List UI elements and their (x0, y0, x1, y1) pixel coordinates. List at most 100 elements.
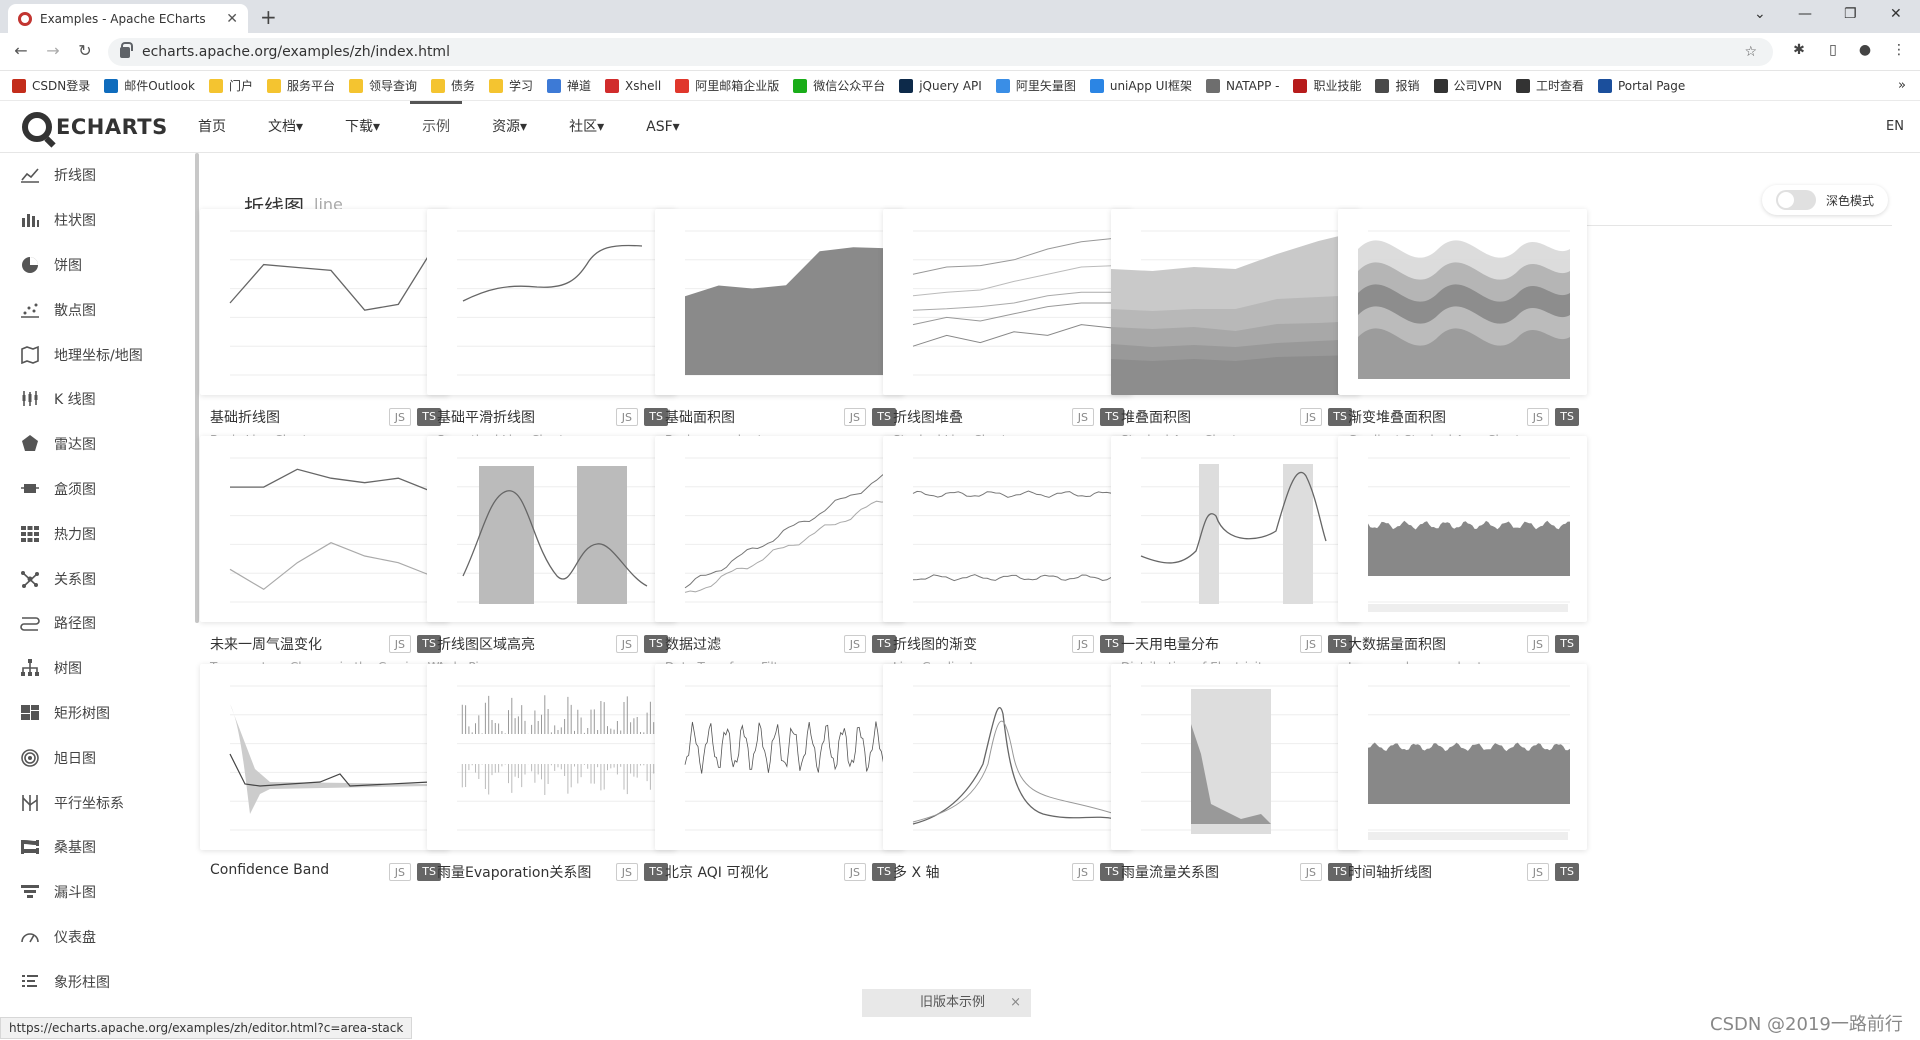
old-version-banner[interactable]: 旧版本示例 × (862, 989, 1032, 1017)
sidebar-item[interactable]: 盒须图 (0, 467, 198, 512)
sidebar-item[interactable]: 象形柱图 (0, 959, 198, 1004)
bookmark-item[interactable]: Xshell (605, 78, 661, 93)
js-badge[interactable]: JS (1299, 408, 1322, 426)
bookmark-item[interactable]: 微信公众平台 (793, 77, 885, 94)
example-card[interactable]: 折线图区域高亮Area PiecesJSTS (427, 436, 676, 674)
bookmark-item[interactable]: 领导查询 (348, 77, 417, 94)
example-thumbnail[interactable] (1338, 209, 1587, 395)
example-thumbnail[interactable] (427, 436, 676, 622)
bookmarks-more-icon[interactable]: » (1898, 78, 1906, 93)
sidebar-item[interactable]: 漏斗图 (0, 870, 198, 915)
new-tab-icon[interactable]: + (260, 5, 277, 29)
bookmark-item[interactable]: 学习 (489, 77, 533, 94)
bookmark-item[interactable]: 阿里矢量图 (995, 77, 1076, 94)
sidebar-item[interactable]: 平行坐标系 (0, 780, 198, 825)
sidepanel-icon[interactable]: ▯ (1824, 42, 1842, 60)
example-thumbnail[interactable] (655, 209, 904, 395)
example-card[interactable]: 数据过滤Data Transform FilterJSTS (655, 436, 904, 674)
js-badge[interactable]: JS (1299, 863, 1322, 881)
example-card[interactable]: 大数据量面积图Large scale area chartJSTS (1338, 436, 1587, 674)
example-card[interactable]: 北京 AQI 可视化 JS TS (655, 664, 904, 881)
bookmark-item[interactable]: 工时查看 (1515, 77, 1584, 94)
nav-item-2[interactable]: 下载▾ (345, 101, 380, 153)
sidebar-item[interactable]: 饼图 (0, 243, 198, 288)
sidebar-scrollbar[interactable] (195, 153, 199, 623)
dark-mode-toggle[interactable]: 深色模式 (1762, 185, 1888, 215)
menu-kebab-icon[interactable]: ⋮ (1890, 42, 1908, 60)
example-card[interactable]: 渐变堆叠面积图Gradient Stacked Area ChartJSTS (1338, 209, 1587, 447)
example-thumbnail[interactable] (427, 664, 676, 850)
sidebar-item[interactable]: 雷达图 (0, 422, 198, 467)
bookmark-item[interactable]: jQuery API (899, 78, 982, 93)
example-card[interactable]: 堆叠面积图Stacked Area ChartJSTS (1111, 209, 1360, 447)
tab-search-icon[interactable]: ⌄ (1754, 6, 1766, 22)
nav-item-5[interactable]: 社区▾ (569, 101, 604, 153)
close-tab-icon[interactable]: ✕ (226, 11, 238, 27)
reload-icon[interactable]: ↻ (74, 41, 96, 60)
nav-item-4[interactable]: 资源▾ (492, 101, 527, 153)
example-card[interactable]: 多 X 轴 JS TS (883, 664, 1132, 881)
restore-icon[interactable]: ❐ (1844, 6, 1857, 22)
example-thumbnail[interactable] (655, 664, 904, 850)
example-card[interactable]: 雨量流量关系图 JS TS (1111, 664, 1360, 881)
example-card[interactable]: Confidence Band JS TS (200, 664, 449, 881)
echarts-logo[interactable]: ECHARTS (22, 112, 168, 142)
js-badge[interactable]: JS (388, 635, 411, 653)
nav-item-0[interactable]: 首页 (198, 101, 226, 153)
example-thumbnail[interactable] (1338, 436, 1587, 622)
js-badge[interactable]: JS (1071, 635, 1094, 653)
close-banner-icon[interactable]: × (1010, 989, 1021, 1017)
example-card[interactable]: 一天用电量分布Distribution of ElectricityJSTS (1111, 436, 1360, 674)
sidebar-item[interactable]: 旭日图 (0, 735, 198, 780)
language-switch[interactable]: EN (1886, 119, 1904, 134)
bookmark-item[interactable]: Portal Page (1597, 78, 1685, 93)
bookmark-item[interactable]: 服务平台 (266, 77, 335, 94)
bookmark-item[interactable]: 门户 (208, 77, 253, 94)
example-thumbnail[interactable] (1111, 209, 1360, 395)
example-thumbnail[interactable] (883, 209, 1132, 395)
example-card[interactable]: 未来一周气温变化Temperature Change in the Coming… (200, 436, 461, 674)
minimize-icon[interactable]: — (1798, 6, 1812, 22)
js-badge[interactable]: JS (843, 635, 866, 653)
close-window-icon[interactable]: ✕ (1890, 6, 1902, 22)
example-card[interactable]: 基础面积图Basic area chartJSTS (655, 209, 904, 447)
sidebar-item[interactable]: 关系图 (0, 556, 198, 601)
bookmark-item[interactable]: 禅道 (547, 77, 591, 94)
example-thumbnail[interactable] (655, 436, 904, 622)
js-badge[interactable]: JS (1526, 863, 1549, 881)
example-thumbnail[interactable] (427, 209, 676, 395)
bookmark-item[interactable]: uniApp UI框架 (1089, 77, 1192, 94)
example-thumbnail[interactable] (200, 664, 449, 850)
sidebar-item[interactable]: 仪表盘 (0, 915, 198, 960)
sidebar-item[interactable]: 地理坐标/地图 (0, 332, 198, 377)
browser-tab[interactable]: Examples - Apache ECharts ✕ (8, 4, 248, 33)
example-thumbnail[interactable] (1111, 664, 1360, 850)
example-card[interactable]: 折线图堆叠Stacked Line ChartJSTS (883, 209, 1132, 447)
bookmark-item[interactable]: 邮件Outlook (104, 77, 195, 94)
js-badge[interactable]: JS (1071, 863, 1094, 881)
url-field[interactable]: echarts.apache.org/examples/zh/index.htm… (108, 38, 1773, 66)
nav-item-6[interactable]: ASF▾ (646, 101, 680, 153)
js-badge[interactable]: JS (388, 863, 411, 881)
ts-badge[interactable]: TS (1555, 408, 1579, 426)
bookmark-item[interactable]: 阿里邮箱企业版 (675, 77, 779, 94)
extensions-icon[interactable]: ✱ (1790, 42, 1808, 60)
sidebar-item[interactable]: 矩形树图 (0, 691, 198, 736)
js-badge[interactable]: JS (843, 863, 866, 881)
example-card[interactable]: 基础折线图Basic Line ChartJSTS (200, 209, 449, 447)
nav-item-3[interactable]: 示例 (410, 101, 463, 153)
sidebar-item[interactable]: 散点图 (0, 287, 198, 332)
sidebar-item[interactable]: 折线图 (0, 153, 198, 198)
bookmark-item[interactable]: NATAPP - (1205, 78, 1279, 93)
sidebar-item[interactable]: 路径图 (0, 601, 198, 646)
back-icon[interactable]: ← (10, 41, 32, 60)
example-card[interactable]: 时间轴折线图 JS TS (1338, 664, 1587, 881)
bookmark-item[interactable]: CSDN登录 (12, 77, 90, 94)
example-thumbnail[interactable] (200, 436, 449, 622)
example-card[interactable]: 雨量Evaporation关系图 JS TS (427, 664, 676, 881)
sidebar-item[interactable]: 桑基图 (0, 825, 198, 870)
bookmark-star-icon[interactable]: ☆ (1744, 44, 1757, 60)
sidebar-item[interactable]: 树图 (0, 646, 198, 691)
js-badge[interactable]: JS (1526, 635, 1549, 653)
bookmark-item[interactable]: 职业技能 (1293, 77, 1361, 94)
